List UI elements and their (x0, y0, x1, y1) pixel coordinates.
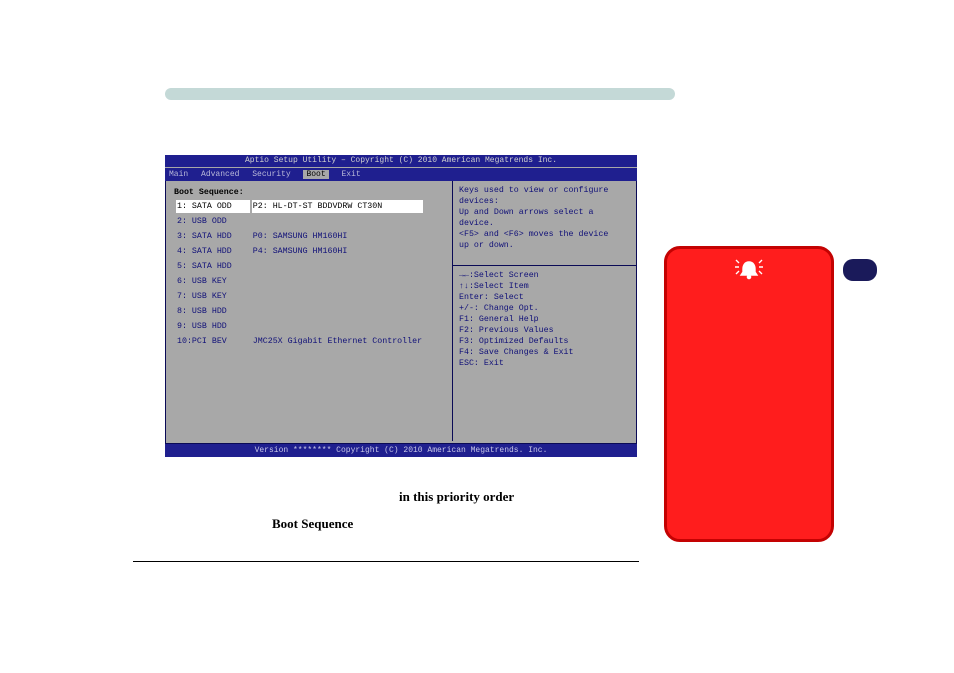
boot-row[interactable]: 3: SATA HDDP0: SAMSUNG HM160HI (176, 230, 423, 243)
bios-left-pane: Boot Sequence: 1: SATA ODDP2: HL-DT-ST B… (166, 181, 451, 441)
caption-priority-order: in this priority order (399, 489, 514, 505)
help-key-line: +/-: Change Opt. (459, 303, 631, 314)
help-separator (453, 265, 637, 266)
help-key-line: →←:Select Screen (459, 270, 631, 281)
boot-row[interactable]: 10:PCI BEVJMC25X Gigabit Ethernet Contro… (176, 335, 423, 348)
help-key-line: F2: Previous Values (459, 325, 631, 336)
boot-row[interactable]: 8: USB HDD (176, 305, 423, 318)
bios-header: Aptio Setup Utility – Copyright (C) 2010… (165, 155, 637, 167)
help-text-line: up or down. (459, 240, 631, 251)
boot-row[interactable]: 2: USB ODD (176, 215, 423, 228)
bios-footer: Version ******** Copyright (C) 2010 Amer… (165, 444, 637, 457)
boot-sequence-title: Boot Sequence: (174, 187, 451, 198)
help-text-line: device. (459, 218, 631, 229)
help-key-line: ↑↓:Select Item (459, 281, 631, 292)
boot-row[interactable]: 6: USB KEY (176, 275, 423, 288)
bios-tab-bar: Main Advanced Security Boot Exit (165, 167, 637, 181)
help-key-line: F3: Optimized Defaults (459, 336, 631, 347)
tab-exit[interactable]: Exit (341, 170, 360, 179)
bios-body: Boot Sequence: 1: SATA ODDP2: HL-DT-ST B… (165, 181, 637, 444)
help-text-line: <F5> and <F6> moves the device (459, 229, 631, 240)
boot-row[interactable]: 5: SATA HDD (176, 260, 423, 273)
help-key-line: F1: General Help (459, 314, 631, 325)
help-key-line: Enter: Select (459, 292, 631, 303)
help-text-line: devices: (459, 196, 631, 207)
boot-row-selected[interactable]: 1: SATA ODDP2: HL-DT-ST BDDVDRW CT30N (176, 200, 423, 213)
boot-row[interactable]: 4: SATA HDDP4: SAMSUNG HM160HI (176, 245, 423, 258)
boot-sequence-table: 1: SATA ODDP2: HL-DT-ST BDDVDRW CT30N 2:… (174, 198, 425, 350)
boot-row[interactable]: 9: USB HDD (176, 320, 423, 333)
bios-help-pane: Keys used to view or configure devices: … (452, 181, 635, 441)
tab-security[interactable]: Security (252, 170, 290, 179)
boot-row[interactable]: 7: USB KEY (176, 290, 423, 303)
help-text-line: Keys used to view or configure (459, 185, 631, 196)
alarm-bell-icon (735, 259, 763, 281)
caption-boot-sequence: Boot Sequence (272, 516, 353, 532)
bios-screenshot: Aptio Setup Utility – Copyright (C) 2010… (165, 155, 637, 457)
help-key-line: ESC: Exit (459, 358, 631, 369)
help-text-line: Up and Down arrows select a (459, 207, 631, 218)
warning-callout-box (664, 246, 834, 542)
page-side-tab (843, 259, 877, 281)
help-key-line: F4: Save Changes & Exit (459, 347, 631, 358)
tab-advanced[interactable]: Advanced (201, 170, 239, 179)
tab-boot-selected[interactable]: Boot (303, 170, 328, 179)
section-underline (133, 561, 639, 562)
document-page: Aptio Setup Utility – Copyright (C) 2010… (0, 0, 954, 673)
tab-main[interactable]: Main (169, 170, 188, 179)
section-divider-bar (165, 88, 675, 100)
